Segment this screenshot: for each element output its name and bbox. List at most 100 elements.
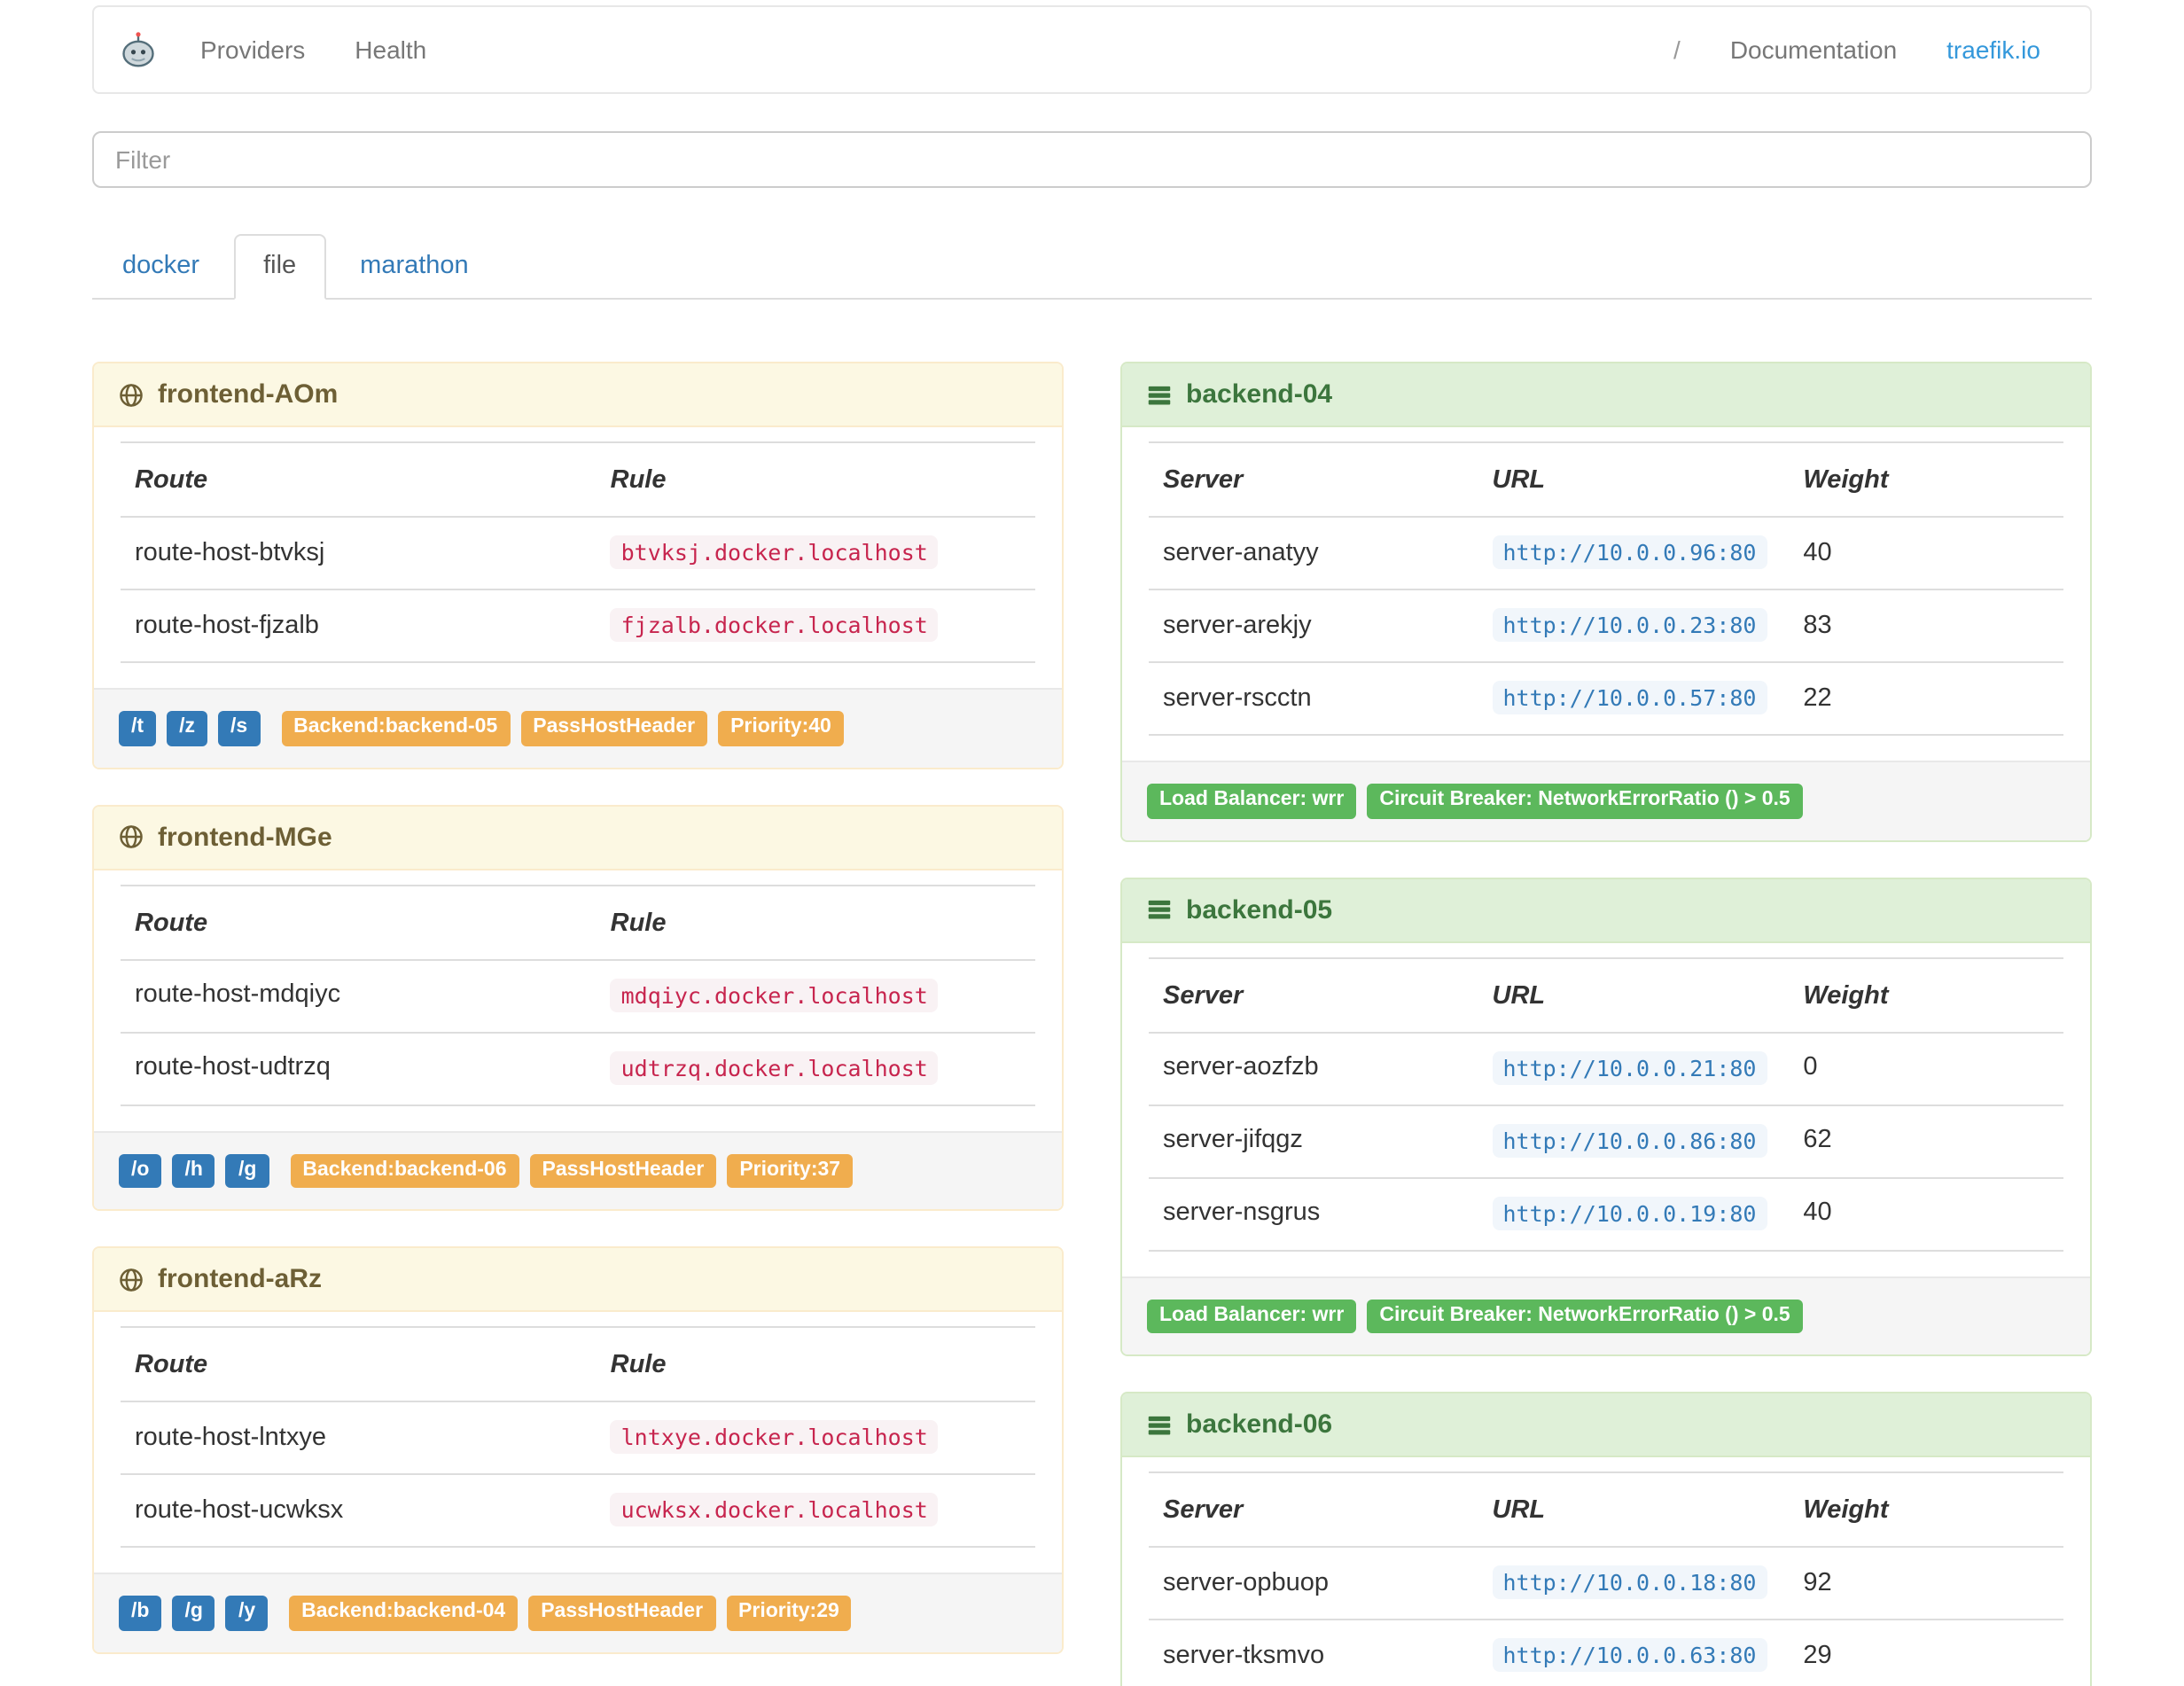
route-name: route-host-lntxye <box>121 1401 597 1474</box>
server-name: server-aozfzb <box>1149 1031 1478 1104</box>
column-header-url: URL <box>1478 441 1790 518</box>
table-row: server-aozfzb http://10.0.0.21:80 0 <box>1149 1031 2063 1104</box>
server-weight: 40 <box>1789 1176 2063 1251</box>
frontend-panel-header: frontend-AOm <box>94 363 1062 427</box>
servers-table: Server URL Weight server-anatyy http://1… <box>1149 441 2063 736</box>
routes-table: Route Rule route-host-btvksj btvksj.dock… <box>121 441 1035 663</box>
server-name: server-rscctn <box>1149 661 1478 736</box>
entrypoint-badge: /s <box>217 711 261 745</box>
server-weight: 83 <box>1789 589 2063 662</box>
nav-documentation[interactable]: Documentation <box>1705 7 1922 92</box>
entrypoint-badges: /t /z /s <box>119 711 261 745</box>
column-header-route: Route <box>121 884 597 960</box>
rule-value: fjzalb.docker.localhost <box>610 608 939 642</box>
server-url: http://10.0.0.18:80 <box>1492 1565 1767 1599</box>
table-row: route-host-lntxye lntxye.docker.localhos… <box>121 1401 1035 1474</box>
column-header-route: Route <box>121 1326 597 1402</box>
nav-health[interactable]: Health <box>330 7 451 92</box>
frontend-panel-header: frontend-MGe <box>94 806 1062 870</box>
globe-icon <box>119 824 144 849</box>
backend-setting-badges: Load Balancer: wrr Circuit Breaker: Netw… <box>1147 1299 1803 1333</box>
table-row: server-anatyy http://10.0.0.96:80 40 <box>1149 516 2063 589</box>
frontend-panel: frontend-aRz Route Rule route-host-lntxy… <box>92 1246 1064 1653</box>
column-header-server: Server <box>1149 956 1478 1033</box>
column-header-rule: Rule <box>596 884 1035 960</box>
column-header-rule: Rule <box>596 441 1035 518</box>
frontend-setting-badges: Backend:backend-05 PassHostHeader Priori… <box>281 711 844 745</box>
server-name: server-jifqgz <box>1149 1104 1478 1177</box>
route-name: route-host-mdqiyc <box>121 958 597 1032</box>
frontend-title: frontend-aRz <box>158 1264 322 1294</box>
column-header-server: Server <box>1149 1471 1478 1548</box>
priority-badge: Priority:29 <box>726 1596 852 1630</box>
backend-panel-header: backend-06 <box>1122 1393 2090 1457</box>
route-name: route-host-fjzalb <box>121 589 597 663</box>
passhostheader-badge: PassHostHeader <box>528 1596 716 1630</box>
table-row: route-host-udtrzq udtrzq.docker.localhos… <box>121 1031 1035 1105</box>
entrypoint-badge: /o <box>119 1153 162 1188</box>
table-row: server-opbuop http://10.0.0.18:80 92 <box>1149 1546 2063 1620</box>
column-header-server: Server <box>1149 441 1478 518</box>
backend-title: backend-05 <box>1186 894 1333 925</box>
frontend-panel-header: frontend-aRz <box>94 1248 1062 1312</box>
entrypoint-badges: /o /h /g <box>119 1153 269 1188</box>
load-balancer-badge: Load Balancer: wrr <box>1147 1299 1357 1333</box>
table-row: route-host-ucwksx ucwksx.docker.localhos… <box>121 1473 1035 1548</box>
provider-tabs: docker file marathon <box>92 234 2092 300</box>
server-weight: 29 <box>1789 1619 2063 1686</box>
rule-value: mdqiyc.docker.localhost <box>610 978 939 1011</box>
column-header-rule: Rule <box>596 1326 1035 1402</box>
tab-marathon[interactable]: marathon <box>330 234 499 300</box>
column-header-route: Route <box>121 441 597 518</box>
route-name: route-host-btvksj <box>121 516 597 589</box>
filter-input[interactable] <box>92 131 2092 188</box>
frontend-setting-badges: Backend:backend-06 PassHostHeader Priori… <box>290 1153 854 1188</box>
priority-badge: Priority:40 <box>718 711 844 745</box>
column-header-url: URL <box>1478 1471 1790 1548</box>
table-row: server-tksmvo http://10.0.0.63:80 29 <box>1149 1619 2063 1686</box>
server-name: server-anatyy <box>1149 516 1478 589</box>
server-list-icon <box>1147 1412 1172 1437</box>
passhostheader-badge: PassHostHeader <box>529 1153 717 1188</box>
server-weight: 62 <box>1789 1104 2063 1177</box>
rule-value: udtrzq.docker.localhost <box>610 1050 939 1084</box>
tab-file[interactable]: file <box>233 234 327 300</box>
backend-panel-footer: Load Balancer: wrr Circuit Breaker: Netw… <box>1122 1276 2090 1354</box>
nav-providers[interactable]: Providers <box>176 7 330 92</box>
routes-table: Route Rule route-host-mdqiyc mdqiyc.dock… <box>121 884 1035 1105</box>
frontend-panel-footer: /t /z /s Backend:backend-05 PassHostHead… <box>94 688 1062 767</box>
backend-badge: Backend:backend-05 <box>281 711 511 745</box>
frontend-setting-badges: Backend:backend-04 PassHostHeader Priori… <box>289 1596 852 1630</box>
frontends-column: frontend-AOm Route Rule route-host-btvks… <box>92 362 1064 1686</box>
frontend-title: frontend-AOm <box>158 379 339 410</box>
table-row: server-arekjy http://10.0.0.23:80 83 <box>1149 589 2063 662</box>
table-row: server-jifqgz http://10.0.0.86:80 62 <box>1149 1104 2063 1177</box>
server-url: http://10.0.0.63:80 <box>1492 1638 1767 1672</box>
server-url: http://10.0.0.57:80 <box>1492 681 1767 714</box>
nav-separator: / <box>1673 35 1681 64</box>
circuit-breaker-badge: Circuit Breaker: NetworkErrorRatio () > … <box>1367 784 1803 818</box>
nav-traefik-io[interactable]: traefik.io <box>1922 7 2065 92</box>
globe-icon <box>119 1267 144 1292</box>
backend-panel: backend-06 Server URL Weight server-opbu… <box>1120 1392 2092 1686</box>
frontend-panel-footer: /b /g /y Backend:backend-04 PassHostHead… <box>94 1573 1062 1651</box>
circuit-breaker-badge: Circuit Breaker: NetworkErrorRatio () > … <box>1367 1299 1803 1333</box>
traefik-logo[interactable] <box>119 30 158 69</box>
entrypoint-badge: /z <box>167 711 207 745</box>
table-row: route-host-btvksj btvksj.docker.localhos… <box>121 516 1035 589</box>
navbar: Providers Health / Documentation traefik… <box>92 5 2092 94</box>
backend-panel-footer: Load Balancer: wrr Circuit Breaker: Netw… <box>1122 761 2090 839</box>
tab-docker[interactable]: docker <box>92 234 230 300</box>
server-url: http://10.0.0.23:80 <box>1492 608 1767 642</box>
server-weight: 92 <box>1789 1546 2063 1620</box>
backend-badge: Backend:backend-04 <box>289 1596 519 1630</box>
server-name: server-nsgrus <box>1149 1176 1478 1251</box>
table-row: server-rscctn http://10.0.0.57:80 22 <box>1149 661 2063 736</box>
frontend-panel: frontend-MGe Route Rule route-host-mdqiy… <box>92 804 1064 1211</box>
column-header-weight: Weight <box>1789 956 2063 1033</box>
routes-table: Route Rule route-host-lntxye lntxye.dock… <box>121 1326 1035 1548</box>
servers-table: Server URL Weight server-opbuop http://1… <box>1149 1471 2063 1686</box>
server-list-icon <box>1147 897 1172 922</box>
entrypoint-badges: /b /g /y <box>119 1596 269 1630</box>
entrypoint-badge: /g <box>172 1596 215 1630</box>
